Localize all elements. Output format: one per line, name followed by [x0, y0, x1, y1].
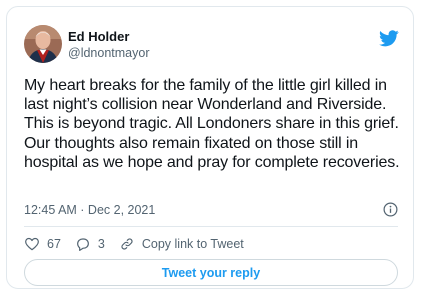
- copy-link-label: Copy link to Tweet: [141, 237, 244, 251]
- tweet-text: My heart breaks for the family of the li…: [24, 77, 400, 171]
- like-button[interactable]: 67: [24, 236, 61, 252]
- like-count: 67: [47, 237, 61, 251]
- reply-button[interactable]: 3: [75, 236, 105, 252]
- avatar[interactable]: [24, 25, 62, 63]
- link-icon: [121, 238, 133, 250]
- action-bar: 67 3 Copy link to Tweet: [24, 234, 258, 254]
- author-name[interactable]: Ed Holder: [68, 29, 129, 44]
- tweet-your-reply-button[interactable]: Tweet your reply: [24, 259, 398, 286]
- tweet-timestamp[interactable]: 12:45 AM · Dec 2, 2021: [24, 203, 155, 217]
- author-handle[interactable]: @ldnontmayor: [68, 46, 149, 60]
- info-icon[interactable]: [383, 202, 398, 217]
- twitter-bird-icon[interactable]: [379, 30, 399, 47]
- avatar-image: [24, 25, 62, 63]
- copy-link-button[interactable]: Copy link to Tweet: [119, 236, 244, 252]
- reply-count: 3: [97, 237, 105, 251]
- heart-icon: [25, 237, 39, 251]
- tweet-card: Ed Holder @ldnontmayor My heart breaks f…: [6, 6, 414, 289]
- reply-bubble-icon: [76, 238, 89, 251]
- divider: [24, 226, 398, 227]
